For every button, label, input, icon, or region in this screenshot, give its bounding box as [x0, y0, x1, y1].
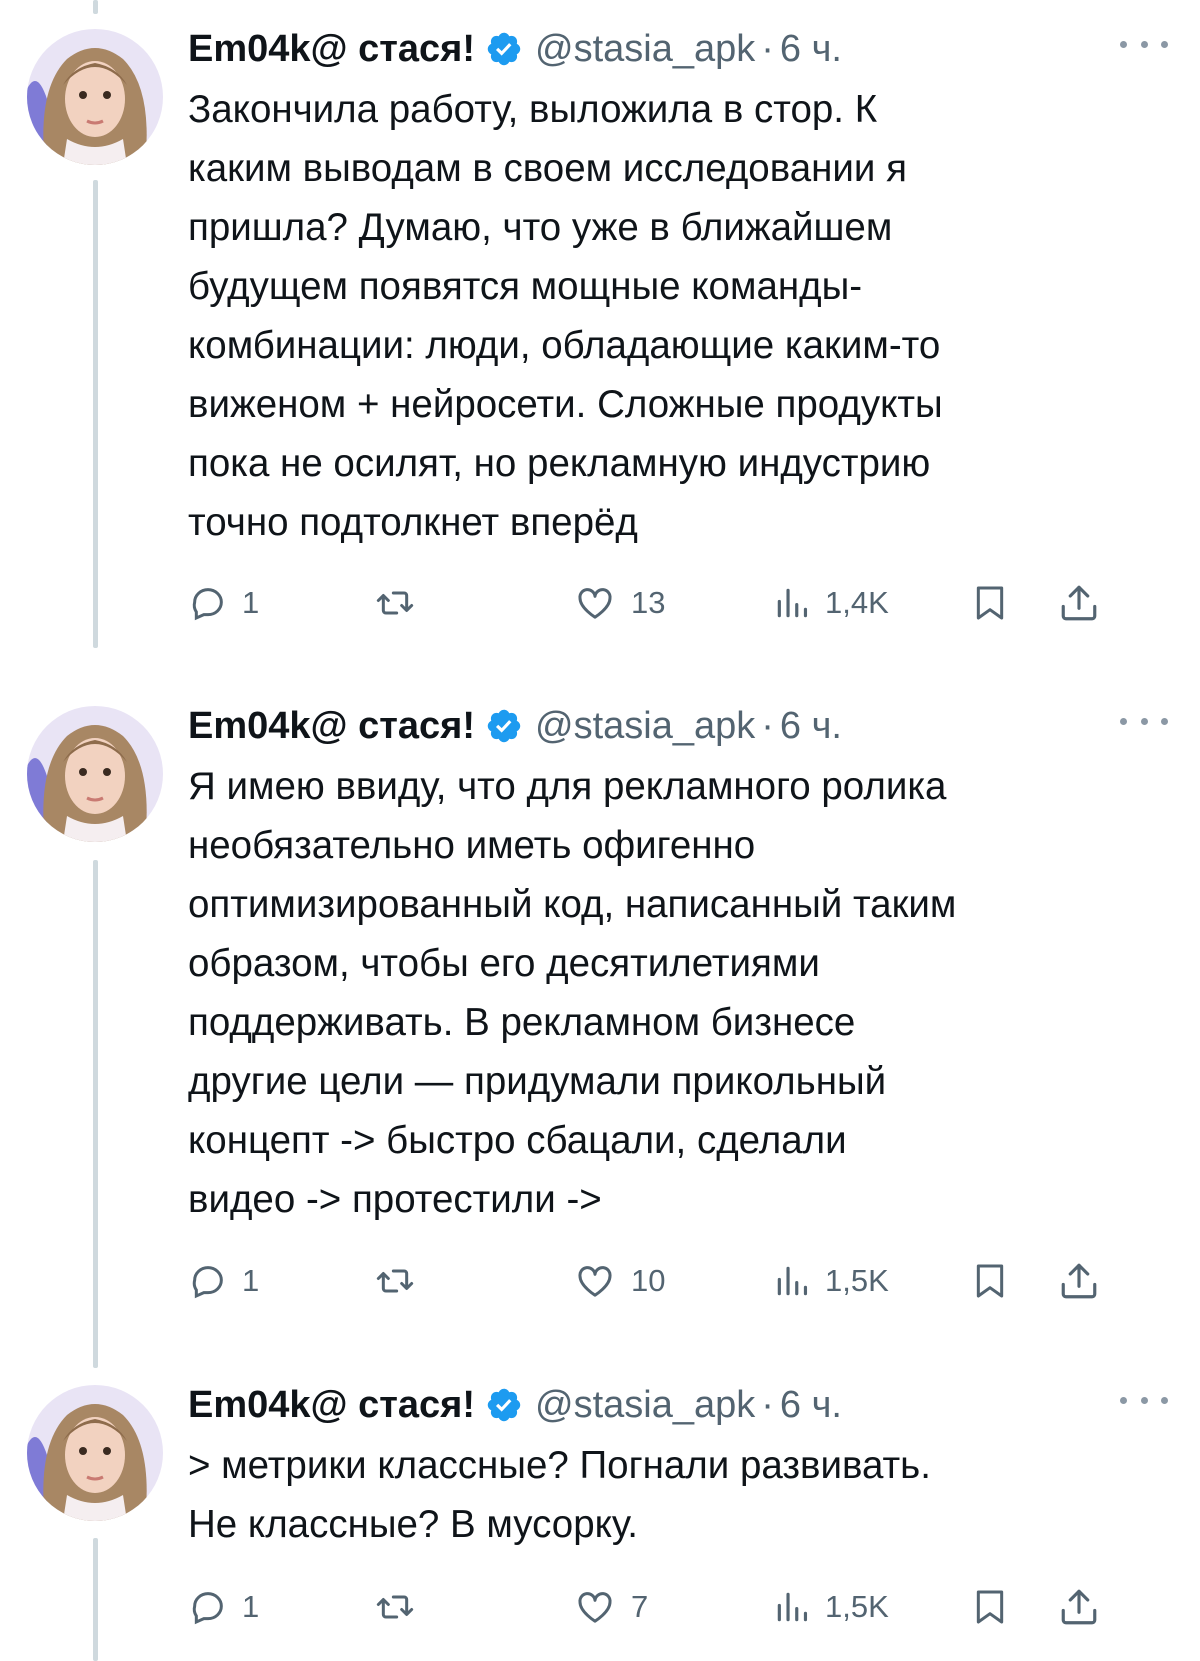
retweet-button[interactable] [373, 578, 417, 628]
bookmark-icon [976, 1590, 1004, 1624]
tweet-line: пришла? Думаю, что уже в ближайшем [188, 206, 893, 249]
reply-button[interactable]: 1 [188, 1582, 259, 1632]
handle[interactable]: @stasia_apk [535, 705, 755, 748]
timestamp[interactable]: 6 ч. [780, 1384, 842, 1427]
like-button[interactable]: 7 [573, 1582, 648, 1632]
retweet-icon [376, 1595, 414, 1619]
tweet-text: Закончила работу, выложила в стор. К как… [188, 80, 1168, 552]
views-count: 1,5K [825, 1589, 889, 1624]
tweet-3[interactable]: Em04k@ стася! @stasia_apk · 6 ч. > метри… [0, 1356, 1200, 1661]
tweet-header: Em04k@ стася! @stasia_apk · 6 ч. [188, 26, 842, 72]
reply-icon [192, 1592, 223, 1625]
tweet-line: виженом + нейросети. Сложные продукты [188, 383, 943, 426]
views-count: 1,5K [825, 1263, 889, 1298]
reply-count: 1 [242, 1263, 260, 1298]
tweet-line: оптимизированный код, написанный таким [188, 883, 957, 926]
like-button[interactable]: 13 [573, 578, 665, 628]
tweet-header: Em04k@ стася! @stasia_apk · 6 ч. [188, 703, 842, 749]
bookmark-icon [976, 586, 1004, 620]
bookmark-button[interactable] [970, 1256, 1010, 1306]
tweet-text: > метрики классные? Погнали развивать. Н… [188, 1436, 1168, 1554]
retweet-button[interactable] [373, 1256, 417, 1306]
reply-button[interactable]: 1 [188, 1256, 259, 1306]
tweet-line: Не классные? В мусорку. [188, 1503, 638, 1546]
handle[interactable]: @stasia_apk [535, 1384, 755, 1427]
tweet-line: видео -> протестили -> [188, 1178, 602, 1221]
tweet-2[interactable]: Em04k@ стася! @stasia_apk · 6 ч. Я имею … [0, 677, 1200, 1357]
display-name[interactable]: Em04k@ стася! [188, 705, 475, 748]
reply-button[interactable]: 1 [188, 578, 259, 628]
separator-dot: · [761, 1383, 774, 1426]
like-icon [578, 1592, 612, 1623]
more-icon[interactable] [1120, 32, 1168, 56]
verified-badge-icon [487, 709, 521, 743]
views-button[interactable]: 1,5K [773, 1582, 889, 1632]
views-icon [777, 1592, 808, 1622]
tweet-line: пока не осилят, но рекламную индустрию [188, 442, 931, 485]
tweet-1[interactable]: Em04k@ стася! @stasia_apk · 6 ч. Закончи… [0, 0, 1200, 665]
avatar-image [27, 706, 163, 842]
avatar[interactable] [27, 706, 163, 842]
action-bar: 1 7 1,5K [188, 1582, 1168, 1632]
tweet-line: будущем появятся мощные команды- [188, 265, 863, 308]
verified-badge-icon [487, 1388, 521, 1422]
views-button[interactable]: 1,4K [773, 578, 889, 628]
bookmark-button[interactable] [970, 1582, 1010, 1632]
bookmark-button[interactable] [970, 578, 1010, 628]
tweet-line: Я имею ввиду, что для рекламного ролика [188, 765, 947, 808]
tweet-line: необязательно иметь офигенно [188, 824, 756, 867]
action-bar: 1 13 1,4K [188, 578, 1168, 628]
views-button[interactable]: 1,5K [773, 1256, 889, 1306]
action-bar: 1 10 1,5K [188, 1256, 1168, 1306]
reply-icon [192, 588, 223, 621]
reply-count: 1 [242, 1589, 260, 1624]
retweet-icon [376, 591, 414, 615]
like-count: 7 [631, 1589, 649, 1624]
share-button[interactable] [1058, 578, 1100, 628]
tweet-text: Я имею ввиду, что для рекламного ролика … [188, 757, 1168, 1229]
views-icon [777, 588, 808, 618]
display-name[interactable]: Em04k@ стася! [188, 1384, 475, 1427]
views-count: 1,4K [825, 585, 889, 620]
timestamp[interactable]: 6 ч. [780, 705, 842, 748]
share-button[interactable] [1058, 1256, 1100, 1306]
like-count: 13 [631, 585, 666, 620]
share-button[interactable] [1058, 1582, 1100, 1632]
avatar[interactable] [27, 29, 163, 165]
avatar-image [27, 1385, 163, 1521]
separator-dot: · [761, 27, 774, 70]
like-count: 10 [631, 1263, 666, 1298]
tweet-line: комбинации: люди, обладающие каким-то [188, 324, 941, 367]
share-icon [1061, 1263, 1097, 1299]
tweet-line: Закончила работу, выложила в стор. К [188, 88, 878, 131]
reply-icon [192, 1266, 223, 1299]
handle[interactable]: @stasia_apk [535, 28, 755, 71]
views-icon [777, 1266, 808, 1296]
verified-badge-icon [487, 32, 521, 66]
avatar-image [27, 29, 163, 165]
tweet-line: поддерживать. В рекламном бизнесе [188, 1001, 856, 1044]
reply-count: 1 [242, 585, 260, 620]
tweet-line: образом, чтобы его десятилетиями [188, 942, 820, 985]
retweet-button[interactable] [373, 1582, 417, 1632]
timestamp[interactable]: 6 ч. [780, 28, 842, 71]
tweet-line: каким выводам в своем исследовании я [188, 147, 907, 190]
bookmark-icon [976, 1264, 1004, 1298]
more-icon[interactable] [1120, 709, 1168, 733]
more-icon[interactable] [1120, 1388, 1168, 1412]
like-button[interactable]: 10 [573, 1256, 665, 1306]
tweet-line: > метрики классные? Погнали развивать. [188, 1444, 931, 1487]
retweet-icon [376, 1269, 414, 1293]
share-icon [1061, 1589, 1097, 1625]
tweet-line: концепт -> быстро сбацали, сделали [188, 1119, 847, 1162]
share-icon [1061, 585, 1097, 621]
separator-dot: · [761, 704, 774, 747]
avatar[interactable] [27, 1385, 163, 1521]
display-name[interactable]: Em04k@ стася! [188, 28, 475, 71]
tweet-line: другие цели — придумали прикольный [188, 1060, 887, 1103]
tweet-header: Em04k@ стася! @stasia_apk · 6 ч. [188, 1382, 842, 1428]
tweet-line: точно подтолкнет вперёд [188, 501, 638, 544]
like-icon [578, 588, 612, 619]
like-icon [578, 1266, 612, 1297]
